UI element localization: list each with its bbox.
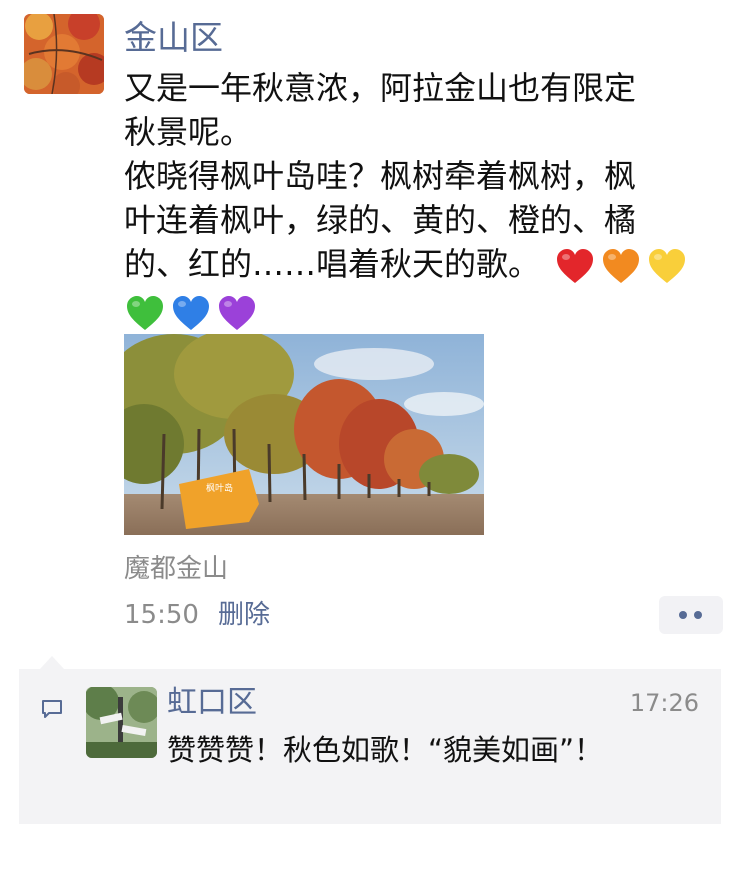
post-text-line-content: 的、红的……唱着秋天的歌。 [124,245,541,283]
post-text-line: 的、红的……唱着秋天的歌。 [124,242,704,287]
comment-list: 虹口区 17:26 赞赞赞！秋色如歌！“貌美如画”！ [19,669,721,824]
post-time: 15:50 [124,600,199,630]
red-heart-icon [557,249,594,283]
yellow-heart-icon [649,249,686,283]
post-text-line: 秋景呢。 [124,113,253,151]
emoji-row-first [554,245,692,283]
blue-heart-icon [173,296,209,330]
post-author-name[interactable]: 金山区 [124,16,223,60]
comment-time: 17:26 [629,689,699,717]
post-text-line: 叶连着枫叶，绿的、黄的、橙的、橘 [124,201,637,239]
post-location[interactable]: 魔都金山 [124,549,228,589]
comment-text: 赞赞赞！秋色如歌！“貌美如画”！ [167,733,604,767]
post-text-line: 又是一年秋意浓，阿拉金山也有限定 [124,69,637,107]
photo-sign-text: 枫叶岛 [206,482,233,493]
post-text-line: 侬晓得枫叶岛哇？枫树牵着枫树，枫 [124,157,637,195]
comment-bubble-icon [42,700,62,718]
post-author-avatar[interactable] [24,14,104,94]
avatar-image [24,14,104,94]
post-text: 又是一年秋意浓，阿拉金山也有限定 秋景呢。 侬晓得枫叶岛哇？枫树牵着枫树，枫 叶… [124,66,704,331]
post-photo[interactable]: 枫叶岛 [124,334,484,535]
emoji-row-second [124,289,704,331]
more-dots-icon [679,611,687,619]
comment-author-avatar[interactable] [86,687,157,758]
purple-heart-icon [219,296,255,330]
delete-button[interactable]: 删除 [218,595,270,635]
avatar-image [86,687,157,758]
orange-heart-icon [603,249,640,283]
more-dots-icon [694,611,702,619]
comment-author-name[interactable]: 虹口区 [167,683,257,723]
maple-island-photo: 枫叶岛 [124,334,484,535]
green-heart-icon [127,296,163,330]
comment-box-pointer [40,656,64,669]
more-actions-button[interactable] [659,596,723,634]
